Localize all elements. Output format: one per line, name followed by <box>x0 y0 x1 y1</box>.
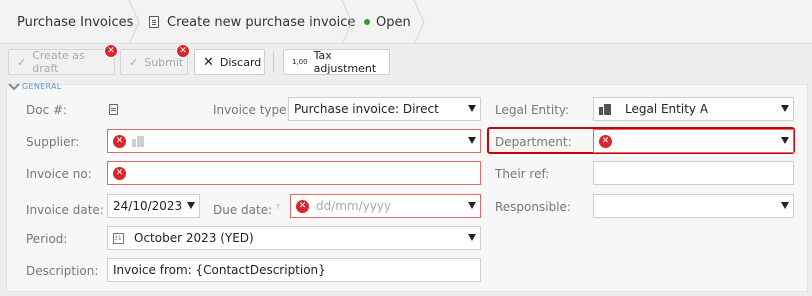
breadcrumb: Purchase Invoices Create new purchase in… <box>0 0 812 44</box>
submit-label: Submit <box>144 55 184 69</box>
period-value: October 2023 (YED) <box>134 231 254 245</box>
dropdown-arrow-icon <box>781 105 789 112</box>
responsible-label: Responsible: <box>495 200 571 214</box>
invoice-date-picker[interactable]: 24/10/2023 <box>107 194 200 218</box>
discard-button[interactable]: ✕ Discard <box>194 49 265 75</box>
building-icon <box>599 103 611 115</box>
status-badge: Open <box>364 0 411 44</box>
invoice-no-label: Invoice no: <box>26 167 92 181</box>
create-as-draft-label: Create as draft <box>32 49 85 75</box>
legal-entity-select[interactable]: Legal Entity A <box>593 97 794 121</box>
error-icon: ✕ <box>599 134 612 148</box>
supplier-label: Supplier: <box>26 135 80 149</box>
due-date-picker[interactable]: ✕ dd/mm/yyyy <box>290 194 481 218</box>
due-date-placeholder: dd/mm/yyyy <box>316 199 392 213</box>
toolbar-divider <box>273 52 274 72</box>
invoice-type-select[interactable]: Purchase invoice: Direct <box>288 97 481 121</box>
chevron-down-icon <box>8 82 20 90</box>
due-date-label: Due date:? <box>213 199 280 217</box>
help-mark: ? <box>276 203 280 211</box>
document-icon <box>149 16 159 28</box>
error-icon: ✕ <box>113 134 126 148</box>
document-icon <box>109 104 118 115</box>
invoice-type-label: Invoice type: <box>213 103 291 117</box>
period-select[interactable]: October 2023 (YED) <box>107 226 481 250</box>
invoice-date-value: 24/10/2023 <box>113 199 183 213</box>
period-label: Period: <box>26 232 68 246</box>
legal-entity-value: Legal Entity A <box>625 102 709 116</box>
dropdown-arrow-icon <box>781 202 789 209</box>
their-ref-label: Their ref: <box>495 167 550 181</box>
description-label: Description: <box>26 264 99 278</box>
chevron-right-icon <box>412 0 426 44</box>
responsible-select[interactable] <box>593 194 794 218</box>
supplier-select[interactable]: ✕ <box>107 129 481 153</box>
error-icon: ✕ <box>113 166 126 180</box>
calendar-icon <box>113 232 124 244</box>
department-label: Department: <box>495 135 572 149</box>
due-date-label-text: Due date: <box>213 203 273 217</box>
dropdown-arrow-icon <box>468 137 476 144</box>
legal-entity-label: Legal Entity: <box>495 103 570 117</box>
tax-adjustment-button[interactable]: 1,00 Tax adjustment <box>283 49 390 75</box>
chevron-right-icon <box>340 0 354 44</box>
error-icon: ✕ <box>176 44 190 58</box>
description-value: Invoice from: {ContactDescription} <box>113 263 326 277</box>
toolbar: ✓ Create as draft ✕ ✓ Submit ✕ ✕ Discard… <box>0 44 812 79</box>
their-ref-input[interactable] <box>593 161 794 185</box>
discard-label: Discard <box>219 55 262 69</box>
breadcrumb-label: Create new purchase invoice <box>167 14 356 30</box>
building-icon <box>132 135 144 147</box>
tax-adjustment-icon: 1,00 <box>292 58 308 66</box>
dropdown-arrow-icon <box>187 202 195 209</box>
breadcrumb-purchase-invoices[interactable]: Purchase Invoices <box>17 0 133 44</box>
dropdown-arrow-icon <box>468 234 476 241</box>
tax-adjustment-label: Tax adjustment <box>313 49 377 75</box>
dropdown-arrow-icon <box>468 105 476 112</box>
checkmark-icon: ✓ <box>129 55 139 69</box>
status-dot-icon <box>364 19 370 25</box>
invoice-date-label: Invoice date:? <box>26 199 112 217</box>
breadcrumb-create-invoice[interactable]: Create new purchase invoice <box>149 0 355 44</box>
section-general-toggle[interactable]: GENERAL <box>8 82 62 91</box>
create-as-draft-button[interactable]: ✓ Create as draft <box>8 49 115 75</box>
status-label: Open <box>376 14 411 30</box>
department-select[interactable]: ✕ <box>593 129 794 153</box>
description-input[interactable]: Invoice from: {ContactDescription} <box>107 258 481 282</box>
close-icon: ✕ <box>203 54 214 70</box>
checkmark-icon: ✓ <box>17 55 27 69</box>
invoice-type-value: Purchase invoice: Direct <box>294 102 439 116</box>
error-icon: ✕ <box>104 44 118 58</box>
breadcrumb-label: Purchase Invoices <box>17 14 134 30</box>
invoice-date-label-text: Invoice date: <box>26 203 104 217</box>
dropdown-arrow-icon <box>781 137 789 144</box>
chevron-right-icon <box>127 0 141 44</box>
error-icon: ✕ <box>296 199 309 213</box>
doc-no-label: Doc #: <box>26 103 68 117</box>
dropdown-arrow-icon <box>468 202 476 209</box>
section-title: GENERAL <box>22 82 62 91</box>
invoice-no-input[interactable]: ✕ <box>107 161 481 185</box>
